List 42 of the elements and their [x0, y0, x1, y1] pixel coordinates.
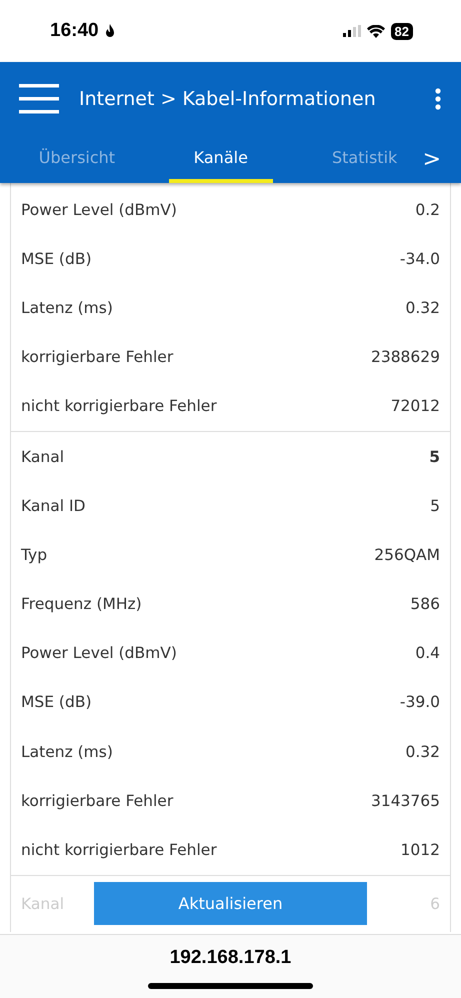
row-label: Power Level (dBmV) — [21, 200, 177, 219]
refresh-button[interactable]: Aktualisieren — [94, 882, 367, 925]
breadcrumb-link[interactable]: Internet — [79, 88, 154, 110]
row-value: 1012 — [400, 841, 440, 860]
breadcrumb-separator: > — [160, 88, 176, 110]
tabs-next-button[interactable]: > — [416, 135, 448, 183]
tab[interactable]: Kanäle — [168, 135, 273, 183]
row-label: korrigierbare Fehler — [21, 792, 174, 810]
row-label: Frequenz (MHz) — [21, 595, 142, 614]
row-value: 0.4 — [415, 644, 440, 662]
row-value: 586 — [410, 595, 440, 614]
row-value: 0.2 — [415, 200, 440, 219]
row-label: Kanal — [21, 448, 64, 466]
row-label: Latenz (ms) — [21, 742, 113, 761]
signal-icon — [342, 25, 361, 37]
row-value: 72012 — [390, 397, 440, 416]
row-value: 5 — [429, 448, 440, 466]
row-value: -39.0 — [400, 693, 440, 712]
menu-icon[interactable] — [19, 84, 59, 114]
flame-icon — [104, 24, 115, 38]
wifi-icon — [366, 24, 385, 38]
row-value: 256QAM — [374, 546, 440, 564]
status-time: 16:40 — [50, 20, 99, 42]
row-label: MSE (dB) — [21, 250, 92, 268]
row-label: Kanal ID — [21, 496, 86, 515]
row-value: 3143765 — [370, 792, 440, 810]
row-label: korrigierbare Fehler — [21, 348, 174, 366]
address-text: 192.168.178.1 — [170, 947, 292, 969]
row-label: Power Level (dBmV) — [21, 644, 177, 662]
row-label: nicht korrigierbare Fehler — [21, 841, 217, 860]
row-label: nicht korrigierbare Fehler — [21, 397, 217, 416]
row-label: Typ — [21, 546, 48, 564]
battery-indicator: 82 — [390, 22, 413, 40]
row-value: 0.32 — [405, 298, 440, 317]
row-value: 0.32 — [405, 742, 440, 761]
row-value: 5 — [430, 496, 440, 515]
row-label: Latenz (ms) — [21, 298, 113, 317]
more-icon[interactable] — [435, 88, 441, 110]
row-value: -34.0 — [400, 250, 440, 268]
row-value: 2388629 — [370, 348, 440, 366]
row-label: MSE (dB) — [21, 693, 92, 712]
page-title: Kabel-Informationen — [182, 88, 376, 110]
